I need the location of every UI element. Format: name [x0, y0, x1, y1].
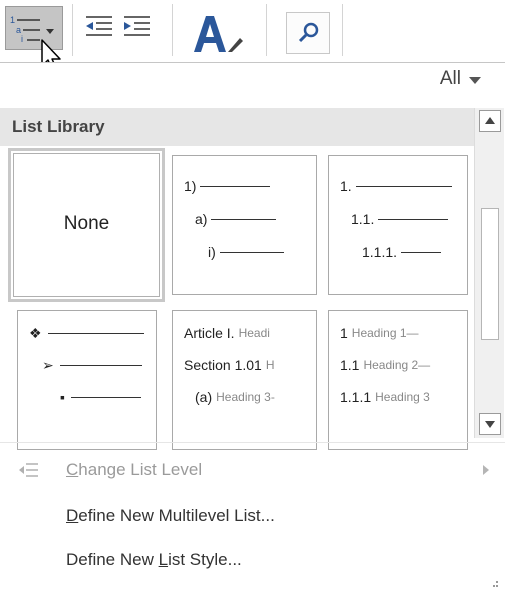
menu-label-text: hange List Level [78, 460, 203, 479]
menu-item-label: Define New Multilevel List... [66, 506, 275, 526]
svg-text:i: i [21, 34, 23, 44]
tile-row-label: 1) [184, 178, 197, 194]
tile-row-label: 1 [340, 325, 348, 341]
menu-item-label: Define New List Style... [66, 550, 242, 570]
tile-row-suffix: Heading 3- [216, 390, 275, 404]
submenu-arrow-icon [483, 465, 489, 475]
decrease-indent-button[interactable] [84, 14, 114, 38]
tile-row: ➢ [42, 357, 142, 374]
list-tile-decimal[interactable]: 1. 1.1. 1.1.1. [328, 155, 468, 295]
menu-item-define-new-multilevel-list[interactable]: Define New Multilevel List... [0, 494, 505, 538]
tile-row-line [211, 218, 277, 220]
tile-row-line [59, 365, 142, 366]
menu-item-change-list-level[interactable]: Change List Level [0, 448, 505, 492]
tile-row-suffix: Heading 1— [351, 326, 419, 340]
tile-row: 1. [340, 178, 452, 194]
list-tile-none[interactable]: None [8, 148, 165, 302]
accelerator-key: L [158, 550, 169, 569]
list-library-header: List Library [0, 108, 474, 146]
styles-button[interactable] [188, 10, 248, 56]
decrease-indent-icon [86, 16, 112, 36]
tile-row-suffix: H [265, 358, 275, 372]
find-button[interactable] [286, 12, 330, 54]
menu-item-define-new-list-style[interactable]: Define New List Style... [0, 538, 505, 582]
svg-text:1: 1 [10, 15, 15, 25]
ribbon-separator [72, 4, 73, 56]
tile-row-line [401, 251, 442, 253]
tile-row-suffix: Headi [238, 326, 270, 340]
list-tile-heading[interactable]: 1 Heading 1— 1.1 Heading 2— 1.1.1 Headin… [328, 310, 468, 450]
tile-row: 1) [184, 178, 271, 194]
increase-indent-button[interactable] [122, 14, 152, 38]
scroll-up-button[interactable] [479, 110, 501, 132]
menu-label-text: efine New Multilevel List... [78, 506, 275, 525]
tile-row: ❖ [29, 325, 144, 342]
chevron-down-icon [469, 76, 481, 84]
tile-row-line [70, 396, 141, 398]
tile-row-label: 1.1.1. [362, 244, 398, 260]
scroll-up-icon [485, 117, 495, 124]
bullet-square-icon: ▪ [60, 389, 65, 405]
list-tile-bullets[interactable]: ❖ ➢ ▪ [17, 310, 157, 450]
filter-label: All [439, 68, 461, 89]
accelerator-key: C [66, 460, 79, 479]
styles-icon [194, 16, 243, 52]
tile-row: a) [195, 211, 277, 227]
resize-grip-icon[interactable] [489, 580, 499, 590]
tile-row: ▪ [60, 389, 141, 405]
menu-separator [0, 442, 505, 443]
tile-row-label: 1.1. [351, 211, 375, 227]
tile-row-line [219, 251, 284, 253]
list-tile-article-section[interactable]: Article I. Headi Section 1.01 H (a) Head… [172, 310, 317, 450]
increase-indent-icon [124, 16, 150, 36]
tile-row-suffix: Heading 2— [363, 358, 431, 372]
tile-row-line [47, 333, 144, 334]
scroll-down-icon [485, 421, 495, 428]
tile-row-label: Article I. [184, 325, 235, 341]
scrollbar-thumb[interactable] [481, 208, 499, 340]
scroll-down-button[interactable] [479, 413, 501, 435]
search-icon [298, 22, 319, 43]
tile-row-line [378, 218, 449, 220]
tile-row: 1.1.1. [362, 244, 442, 260]
gallery-scrollbar[interactable] [474, 108, 504, 438]
tile-row-label: i) [208, 244, 216, 260]
tile-row: 1.1 Heading 2— [340, 357, 430, 373]
bullet-arrow-icon: ➢ [42, 357, 54, 373]
ribbon-toolbar: 1 a i [0, 0, 505, 73]
accelerator-key: D [66, 506, 79, 525]
ribbon-separator [342, 4, 343, 56]
menu-item-label: Change List Level [66, 460, 202, 480]
menu-label-text: Define New [66, 550, 159, 569]
tile-row: Section 1.01 H [184, 357, 275, 373]
list-library-title: List Library [12, 117, 105, 136]
tile-none-label: None [63, 213, 110, 234]
change-level-icon [19, 463, 38, 477]
menu-label-text: ist Style... [168, 550, 242, 569]
bullet-diamond-icon: ❖ [29, 325, 42, 341]
tile-row-label: 1.1.1 [340, 389, 372, 405]
filter-dropdown[interactable]: All [440, 68, 481, 90]
tile-row-suffix: Heading 3 [375, 390, 430, 404]
tile-row-label: 1. [340, 178, 352, 194]
tile-row-label: (a) [195, 389, 213, 405]
tile-row-label: 1.1 [340, 357, 360, 373]
tile-row: Article I. Headi [184, 325, 270, 341]
list-tile-numbered[interactable]: 1) a) i) [172, 155, 317, 295]
tile-row-line [355, 185, 452, 187]
tile-row: 1 Heading 1— [340, 325, 419, 341]
tile-row: (a) Heading 3- [195, 389, 275, 405]
tile-row: 1.1.1 Heading 3 [340, 389, 430, 405]
ribbon-separator [172, 4, 173, 56]
ribbon-separator [266, 4, 267, 56]
tile-row: i) [208, 244, 284, 260]
tile-row-label: a) [195, 211, 208, 227]
tile-row-line [200, 185, 271, 187]
tile-row-label: Section 1.01 [184, 357, 262, 373]
tile-row: 1.1. [351, 211, 449, 227]
